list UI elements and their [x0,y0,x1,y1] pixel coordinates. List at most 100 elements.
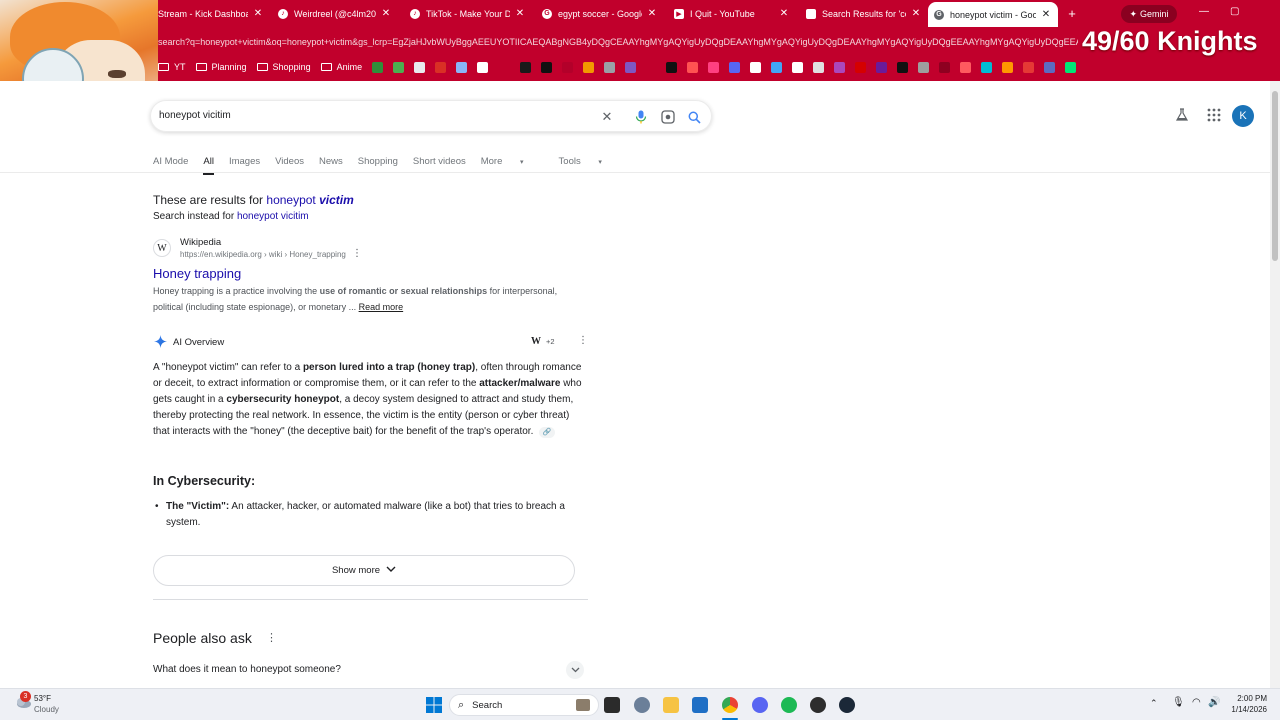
new-tab-button[interactable]: + [1064,4,1080,23]
bookmark-yt[interactable]: YT [158,62,186,72]
corrected-query-link[interactable]: honeypot victim [266,193,353,207]
close-icon[interactable]: ✕ [778,8,790,19]
bookmark-icon[interactable] [771,61,783,73]
clock-date[interactable]: 1/14/2026 [1224,705,1267,714]
bookmark-icon[interactable] [1023,61,1035,73]
tab-shopping[interactable]: Shopping [358,156,398,167]
paa-question[interactable]: What does it mean to honeypot someone? [153,664,341,675]
tab-news[interactable]: News [319,156,343,167]
bookmark-icon[interactable] [876,61,888,73]
tab-weirdreel[interactable]: ♪ Weirdreel (@c4lm20)'s ✕ [278,4,392,23]
bookmark-icon[interactable] [541,61,553,73]
read-more-link[interactable]: Read more [359,302,404,312]
tab-search-results[interactable]: Search Results for 'cele ✕ [806,4,922,23]
bookmark-icon[interactable] [372,61,384,73]
tab-kick[interactable]: Stream - Kick Dashboard ✕ [158,4,264,23]
tab-ai-mode[interactable]: AI Mode [153,156,188,167]
account-avatar[interactable]: K [1232,105,1254,127]
close-icon[interactable]: ✕ [646,8,658,19]
bookmark-icon[interactable] [1044,61,1056,73]
bookmark-icon[interactable] [750,61,762,73]
address-bar[interactable]: search?q=honeypot+victim&oq=honeypot+vic… [158,26,1280,56]
bookmark-shopping[interactable]: Shopping [256,62,311,72]
tab-honeypot-active[interactable]: G honeypot victim - Goo ✕ [928,2,1058,27]
x-icon[interactable] [897,61,909,73]
bookmark-planning[interactable]: Planning [195,62,247,72]
clock-time[interactable]: 2:00 PM [1227,694,1267,703]
discord-icon[interactable] [752,697,768,713]
more-options-icon[interactable]: ⋮ [352,248,362,259]
bookmark-icon[interactable] [562,61,574,73]
result-site-name[interactable]: Wikipedia [180,237,221,248]
close-icon[interactable]: ✕ [1040,9,1052,20]
bookmark-icon[interactable] [393,61,405,73]
search-box[interactable]: honeypot vicitim ✕ [150,100,712,132]
clear-icon[interactable]: ✕ [599,109,615,125]
obs-icon[interactable] [810,697,826,713]
search-input[interactable]: honeypot vicitim [159,110,231,121]
tab-short-videos[interactable]: Short videos [413,156,466,167]
tab-egypt-soccer[interactable]: G egypt soccer - Google S ✕ [542,4,658,23]
close-icon[interactable]: ✕ [910,8,922,19]
task-view-icon[interactable] [604,697,620,713]
settings-gear-icon[interactable] [634,697,650,713]
maximize-icon[interactable]: ▢ [1230,6,1239,17]
chevron-up-icon[interactable]: ⌃ [1150,698,1158,709]
close-icon[interactable]: ✕ [514,8,526,19]
chevron-down-icon[interactable] [566,661,584,679]
x-icon[interactable] [520,61,532,73]
close-icon[interactable]: ✕ [380,8,392,19]
minimize-icon[interactable]: — [1199,6,1209,17]
tab-tiktok[interactable]: ♪ TikTok - Make Your Day ✕ [410,4,526,23]
bookmark-icon[interactable] [666,61,678,73]
wikipedia-source-icon[interactable]: W [531,336,541,347]
bookmark-anime[interactable]: Anime [320,62,362,72]
chrome-icon[interactable] [722,697,738,713]
bookmark-icon[interactable] [918,61,930,73]
bookmark-icon[interactable] [855,61,867,73]
show-more-button[interactable]: Show more [153,555,575,586]
bookmark-icon[interactable] [604,61,616,73]
page-scrollbar[interactable] [1270,81,1280,688]
bookmark-icon[interactable] [939,61,951,73]
search-icon[interactable] [686,109,702,125]
bookmark-icon[interactable] [729,61,741,73]
close-icon[interactable]: ✕ [252,8,264,19]
bookmark-icon[interactable] [477,61,489,73]
bookmark-icon[interactable] [1065,61,1077,73]
bookmark-icon[interactable] [414,61,426,73]
tab-videos[interactable]: Videos [275,156,304,167]
link-chip-icon[interactable]: 🔗 [539,427,556,438]
store-icon[interactable] [692,697,708,713]
microphone-icon[interactable]: 🎙 [1172,697,1185,708]
paa-more-options-icon[interactable]: ⋮ [266,631,277,644]
labs-flask-icon[interactable] [1172,105,1192,125]
bookmark-icon[interactable] [435,61,447,73]
apps-grid-icon[interactable] [1204,105,1224,125]
wifi-icon[interactable]: ◠ [1192,697,1201,708]
bookmark-icon[interactable] [583,61,595,73]
mic-icon[interactable] [633,109,649,125]
weather-temp[interactable]: 53°F [34,694,51,703]
tab-all[interactable]: All [203,156,214,175]
bookmark-icon[interactable] [456,61,468,73]
windows-start-icon[interactable] [426,697,442,713]
lens-icon[interactable] [660,109,676,125]
ai-more-options-icon[interactable]: ⋮ [578,335,588,346]
tab-youtube[interactable]: ▶ I Quit - YouTube ✕ [674,4,790,23]
tab-images[interactable]: Images [229,156,260,167]
tab-tools[interactable]: Tools ▾ [559,156,617,167]
bookmark-icon[interactable] [1002,61,1014,73]
file-explorer-icon[interactable] [663,697,679,713]
source-count[interactable]: +2 [546,337,555,346]
bookmark-icon[interactable] [813,61,825,73]
gemini-button[interactable]: ✦ Gemini [1121,5,1177,23]
bookmark-icon[interactable] [625,61,637,73]
search-instead-link[interactable]: honeypot vicitim [237,211,309,222]
bookmark-icon[interactable] [834,61,846,73]
steam-icon[interactable] [839,697,855,713]
bookmark-icon[interactable] [687,61,699,73]
bookmark-icon[interactable] [792,61,804,73]
bookmark-icon[interactable] [708,61,720,73]
result-title-link[interactable]: Honey trapping [153,266,241,281]
